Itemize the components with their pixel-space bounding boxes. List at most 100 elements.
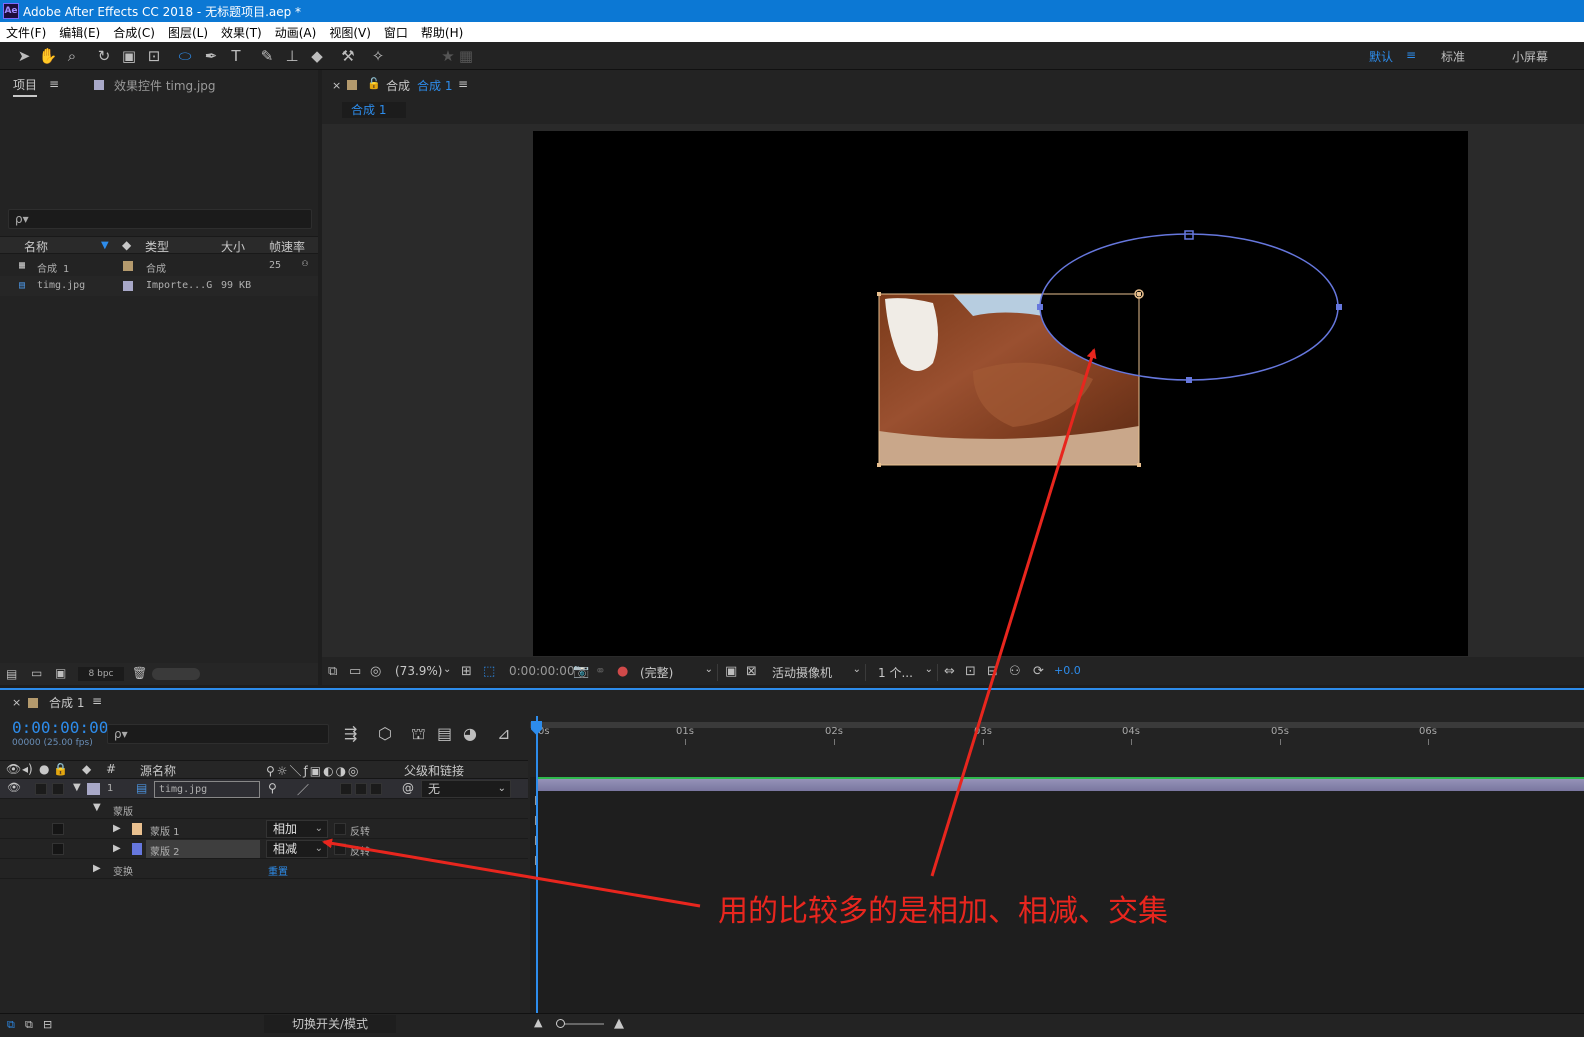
current-time-display[interactable]: 0:00:00:00 xyxy=(509,664,575,678)
mask-row[interactable]: ▶ 蒙版 2 相减 ⌄ 反转 xyxy=(0,839,528,859)
workspace-default[interactable]: 默认 xyxy=(1369,48,1393,65)
views-select[interactable]: 1 个... ⌄ xyxy=(878,664,938,681)
close-tab-icon[interactable]: × xyxy=(12,696,21,709)
rotate-tool-icon[interactable]: ↻ xyxy=(94,46,114,66)
bit-depth-button[interactable]: 8 bpc xyxy=(78,667,124,681)
pen-tool-icon[interactable]: ✒ xyxy=(201,46,221,66)
solo-icon[interactable]: ● xyxy=(39,762,49,776)
zoom-select[interactable]: (73.9%) xyxy=(395,664,442,678)
graph-editor-icon[interactable]: ⊿ xyxy=(497,724,510,743)
column-fps[interactable]: 帧速率 xyxy=(269,238,305,255)
close-tab-icon[interactable]: × xyxy=(332,79,341,92)
sort-desc-icon[interactable]: ▼ xyxy=(101,240,109,251)
camera-tool-icon[interactable]: ▣ xyxy=(119,46,139,66)
display-icon[interactable]: ▭ xyxy=(349,664,361,679)
timeline-graph[interactable]: 0s 01s 02s 03s 04s 05s 06s I I I I xyxy=(530,716,1584,1013)
mask-visibility-icon[interactable]: ◎ xyxy=(370,664,381,679)
hand-tool-icon[interactable]: ✋ xyxy=(38,46,58,66)
fit-icon[interactable]: ⊞ xyxy=(461,664,472,679)
draft-3d-icon[interactable]: ⬡ xyxy=(378,724,392,743)
time-ruler[interactable]: 0s 01s 02s 03s 04s 05s 06s xyxy=(530,716,1584,760)
brush-tool-icon[interactable]: ✎ xyxy=(257,46,277,66)
always-preview-icon[interactable]: ⧉ xyxy=(328,664,337,679)
eraser-tool-icon[interactable]: ◆ xyxy=(307,46,327,66)
grid-icon[interactable]: ⊠ xyxy=(746,664,757,679)
resolution-select[interactable]: (完整) ⌄ xyxy=(640,664,718,681)
puppet-tool-icon[interactable]: ✧ xyxy=(368,46,388,66)
current-timecode[interactable]: 0:00:00:00 xyxy=(12,718,108,737)
panel-menu-icon[interactable]: ≡ xyxy=(49,77,59,91)
new-folder-icon[interactable]: ▭ xyxy=(31,666,42,680)
roto-brush-tool-icon[interactable]: ⚒ xyxy=(338,46,358,66)
show-snapshot-icon[interactable]: ⚭ xyxy=(595,664,606,679)
switch-box[interactable] xyxy=(370,783,382,795)
comp-navigator-tab[interactable]: 合成 1 xyxy=(342,102,406,118)
mask-name[interactable]: 蒙版 2 xyxy=(146,840,260,858)
mask-color-swatch[interactable] xyxy=(132,823,142,835)
menu-view[interactable]: 视图(V) xyxy=(329,24,371,41)
frame-blending-icon[interactable]: ▤ xyxy=(437,724,452,743)
reset-exposure-icon[interactable]: ⟳ xyxy=(1033,664,1044,679)
zoom-in-icon[interactable]: ▲ xyxy=(614,1016,624,1031)
pick-whip-icon[interactable]: @ xyxy=(402,781,414,795)
column-number[interactable]: # xyxy=(106,762,116,776)
text-tool-icon[interactable]: T xyxy=(226,46,246,66)
layer-label-swatch[interactable] xyxy=(87,783,100,795)
column-size[interactable]: 大小 xyxy=(221,238,245,255)
quality-switch-icon[interactable]: ／ xyxy=(297,781,309,798)
interpret-footage-icon[interactable]: ▤ xyxy=(6,667,17,681)
project-item[interactable]: ▦ 合成 1 合成 25 ⚇ xyxy=(0,256,318,276)
mask-row[interactable]: ▶ 蒙版 1 相加 ⌄ 反转 xyxy=(0,819,528,839)
lock-toggle[interactable] xyxy=(52,823,64,835)
transparency-grid-icon[interactable]: ▣ xyxy=(725,664,737,679)
mask-mode-select[interactable]: 相减 ⌄ xyxy=(266,840,328,858)
pan-behind-tool-icon[interactable]: ⊡ xyxy=(144,46,164,66)
parent-select[interactable]: 无 ⌄ xyxy=(421,780,511,798)
expand-transform-icon[interactable]: ▶ xyxy=(93,863,101,874)
camera-select[interactable]: 活动摄像机 ⌄ xyxy=(772,664,866,681)
expand-layer-icon[interactable]: ▼ xyxy=(73,782,81,793)
hide-shy-layers-icon[interactable]: ⛫ xyxy=(411,724,426,745)
menu-file[interactable]: 文件(F) xyxy=(6,24,46,41)
column-source-name[interactable]: 源名称 xyxy=(140,762,176,779)
motion-blur-icon[interactable]: ◕ xyxy=(463,724,477,743)
flowchart-icon[interactable]: ⚇ xyxy=(1009,664,1021,679)
comp-canvas[interactable] xyxy=(533,131,1468,656)
menu-layer[interactable]: 图层(L) xyxy=(168,24,208,41)
lock-icon[interactable]: 🔓 xyxy=(367,77,381,90)
timeline-icon[interactable]: ⊟ xyxy=(987,664,998,679)
column-parent[interactable]: 父级和链接 xyxy=(404,762,464,779)
tab-project[interactable]: 项目 xyxy=(13,76,38,97)
toggle-switches-modes-button[interactable]: 切换开关/模式 xyxy=(264,1015,396,1033)
workspace-small-screen[interactable]: 小屏幕 xyxy=(1512,48,1548,65)
label-tag-icon[interactable]: ◆ xyxy=(122,238,131,252)
column-name[interactable]: 名称 xyxy=(24,238,48,255)
menu-effect[interactable]: 效果(T) xyxy=(221,24,262,41)
menu-edit[interactable]: 编辑(E) xyxy=(59,24,100,41)
column-type[interactable]: 类型 xyxy=(145,238,169,255)
trash-icon[interactable]: 🗑 xyxy=(132,666,147,680)
menu-help[interactable]: 帮助(H) xyxy=(421,24,463,41)
shy-switch-icon[interactable]: ⚲ xyxy=(268,781,277,795)
eye-icon[interactable]: 👁 xyxy=(7,781,21,794)
expand-mask-icon[interactable]: ▶ xyxy=(113,843,121,854)
mask-mode-select[interactable]: 相加 ⌄ xyxy=(266,820,328,838)
layer-switches-icon[interactable]: ⧉ xyxy=(7,1018,15,1032)
video-visibility-icon[interactable]: 👁 xyxy=(6,762,21,776)
switch-box[interactable] xyxy=(340,783,352,795)
lock-toggle[interactable] xyxy=(52,783,64,795)
selection-tool-icon[interactable]: ➤ xyxy=(14,46,34,66)
switch-box[interactable] xyxy=(355,783,367,795)
chevron-down-icon[interactable]: ⌄ xyxy=(443,664,451,675)
mask-name[interactable]: 蒙版 1 xyxy=(150,823,180,838)
project-item[interactable]: ▤ timg.jpg Importe...G 99 KB xyxy=(0,276,318,296)
tab-effect-controls[interactable]: 效果控件 timg.jpg xyxy=(114,77,216,94)
snap-toggle-icon[interactable]: ▦ xyxy=(456,46,476,66)
composition-mini-flowchart-icon[interactable]: ⇶ xyxy=(344,724,357,743)
project-search-input[interactable]: ρ▾ xyxy=(8,209,312,229)
expand-masks-icon[interactable]: ▼ xyxy=(93,802,101,813)
audio-icon[interactable]: ◂) xyxy=(22,762,33,776)
roi-icon[interactable]: ⬚ xyxy=(483,664,495,679)
invert-checkbox[interactable] xyxy=(334,843,346,855)
expand-mask-icon[interactable]: ▶ xyxy=(113,823,121,834)
